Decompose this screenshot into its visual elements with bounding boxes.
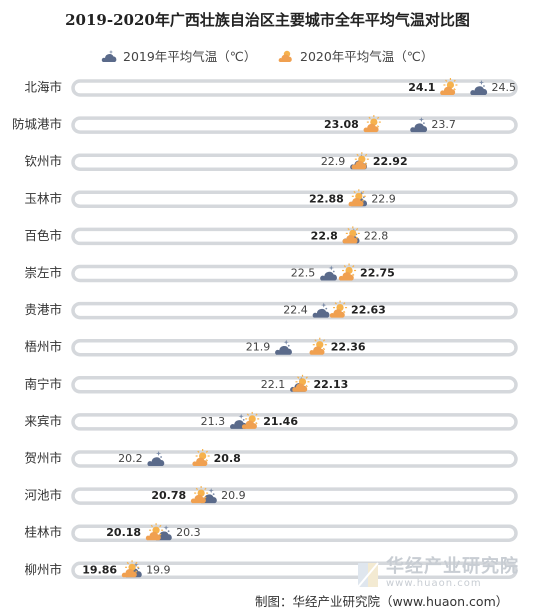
source-note: 制图：华经产业研究院（www.huaon.com） bbox=[255, 594, 509, 609]
chart-row: 崇左市 22.5 22.75 bbox=[24, 263, 518, 283]
value-label-2020: 21.46 bbox=[263, 415, 298, 428]
watermark: 华经产业研究院 www.huaon.com bbox=[356, 558, 519, 589]
category-label: 百色市 bbox=[24, 228, 62, 243]
value-label-2019: 22.5 bbox=[291, 267, 316, 280]
chart-row: 桂林市 20.18 20.3 bbox=[24, 523, 518, 542]
category-label: 贵港市 bbox=[24, 302, 62, 317]
chart-row: 南宁市 22.1 22.13 bbox=[24, 374, 518, 394]
chart-row: 玉林市 22.88 22.9 bbox=[24, 189, 518, 209]
watermark-logo-icon bbox=[357, 561, 379, 588]
value-label-2020: 19.86 bbox=[82, 563, 117, 576]
value-label-2020: 24.1 bbox=[408, 81, 435, 94]
category-label: 河池市 bbox=[24, 488, 62, 503]
chart-row: 防城港市 23.08 23.7 bbox=[12, 115, 518, 134]
value-label-2020: 20.8 bbox=[214, 452, 241, 465]
row-track bbox=[71, 338, 518, 357]
value-label-2019: 24.5 bbox=[491, 81, 516, 94]
value-label-2020: 22.88 bbox=[309, 192, 344, 205]
category-label: 北海市 bbox=[24, 80, 62, 95]
value-label-2019: 22.9 bbox=[321, 155, 346, 168]
row-track bbox=[71, 487, 518, 505]
value-label-2019: 22.9 bbox=[371, 192, 396, 205]
category-label: 桂林市 bbox=[24, 525, 62, 540]
value-label-2019: 19.9 bbox=[146, 563, 171, 576]
value-label-2020: 22.36 bbox=[331, 341, 366, 354]
value-label-2019: 20.3 bbox=[176, 526, 201, 539]
chart-row: 来宾市 21.3 21.46 bbox=[24, 411, 518, 431]
value-label-2020: 20.18 bbox=[106, 526, 141, 539]
value-label-2020: 20.78 bbox=[151, 489, 186, 502]
value-label-2019: 20.9 bbox=[221, 489, 246, 502]
category-label: 钦州市 bbox=[24, 154, 62, 169]
value-label-2020: 22.63 bbox=[351, 304, 386, 317]
value-label-2019: 22.1 bbox=[261, 378, 286, 391]
chart-row: 贺州市 20.2 20.8 bbox=[24, 449, 518, 468]
chart-row: 梧州市 21.9 22.36 bbox=[24, 337, 518, 357]
row-track bbox=[71, 190, 518, 209]
category-label: 来宾市 bbox=[24, 413, 62, 428]
value-label-2020: 22.13 bbox=[314, 378, 349, 391]
value-label-2019: 21.9 bbox=[246, 341, 271, 354]
watermark-text: 华经产业研究院 bbox=[386, 556, 519, 577]
category-label: 梧州市 bbox=[24, 339, 62, 354]
value-label-2019: 20.2 bbox=[118, 452, 143, 465]
value-label-2019: 21.3 bbox=[201, 415, 226, 428]
value-label-2020: 22.92 bbox=[373, 155, 408, 168]
chart-row: 贵港市 22.4 22.63 bbox=[24, 300, 518, 320]
row-track bbox=[71, 227, 518, 246]
value-label-2020: 23.08 bbox=[324, 118, 359, 131]
value-label-2020: 22.8 bbox=[311, 229, 338, 242]
category-label: 玉林市 bbox=[24, 191, 62, 206]
category-label: 贺州市 bbox=[24, 451, 62, 466]
value-label-2019: 22.4 bbox=[283, 304, 308, 317]
value-label-2019: 23.7 bbox=[431, 118, 456, 131]
chart-row: 河池市 20.78 20.9 bbox=[24, 486, 518, 505]
chart-row: 百色市 22.8 22.8 bbox=[24, 226, 518, 246]
category-label: 防城港市 bbox=[12, 117, 62, 132]
value-label-2019: 22.8 bbox=[364, 229, 389, 242]
watermark-url: www.huaon.com bbox=[386, 578, 482, 589]
category-label: 柳州市 bbox=[24, 562, 62, 577]
value-label-2020: 22.75 bbox=[360, 267, 395, 280]
row-track bbox=[71, 153, 518, 171]
category-label: 南宁市 bbox=[24, 376, 62, 391]
chart-row: 钦州市 22.9 22.92 bbox=[24, 152, 518, 171]
category-label: 崇左市 bbox=[24, 265, 62, 280]
chart-row: 北海市 24.1 24.5 bbox=[24, 78, 518, 97]
dot-plot-chart: 北海市 24.1 24.5 防城港市 23.08 23.7 钦州市 22.9 22.92 玉林市 2… bbox=[12, 78, 518, 580]
